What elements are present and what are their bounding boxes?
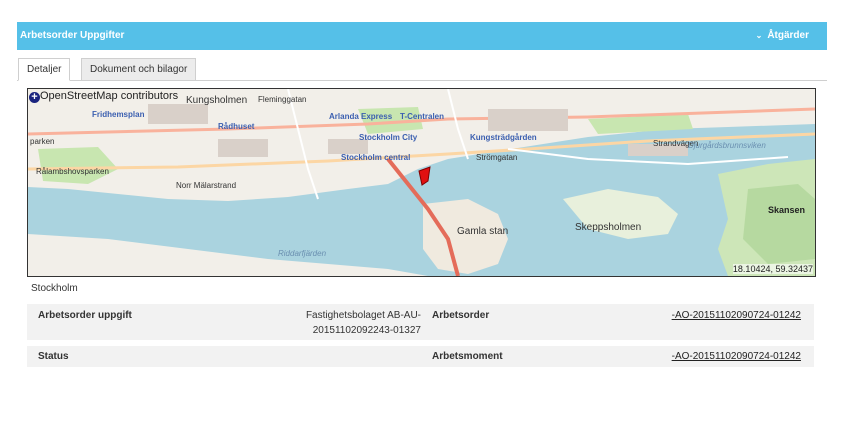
arbetsmoment-label: Arbetsmoment [432, 351, 503, 362]
map-label-norr-malarstrand: Norr Mälarstrand [176, 181, 237, 190]
map-label-ralambshovsparken: Rålambshovsparken [36, 167, 109, 176]
map-label-gamla-stan: Gamla stan [457, 226, 509, 237]
map-label-fridhemsplan: Fridhemsplan [92, 110, 145, 119]
map-label-stromgatan: Strömgatan [476, 153, 518, 162]
arbetsorder-uppgift-value-line2: 20151102092243-01327 [312, 325, 421, 336]
tab-dokument-och-bilagor[interactable]: Dokument och bilagor [81, 58, 197, 80]
arbetsorder-uppgift-value-line1: Fastighetsbolaget AB-AU- [305, 310, 421, 321]
map-attribution[interactable]: OpenStreetMap contributors [40, 90, 178, 102]
map-label-stockholm-central: Stockholm central [341, 153, 411, 162]
map-label-stockholm-city: Stockholm City [359, 133, 418, 142]
panel-header: Arbetsorder Uppgifter ⌄ Åtgärder [17, 22, 827, 50]
actions-dropdown[interactable]: ⌄ Åtgärder [756, 30, 809, 41]
map-label-djurgardsbrunnsviken: Djurgårdsbrunnsviken [688, 141, 766, 150]
arbetsmoment-link[interactable]: -AO-20151102090724-01242 [672, 351, 801, 362]
map-label-t-centralen: T-Centralen [400, 112, 445, 121]
map-label-skeppsholmen: Skeppsholmen [575, 222, 642, 233]
arbetsorder-link[interactable]: -AO-20151102090724-01242 [672, 310, 801, 321]
map-label-radhuset: Rådhuset [218, 122, 255, 131]
tab-bar: Detaljer Dokument och bilagor [17, 55, 827, 81]
map-label-skansen: Skansen [768, 205, 806, 215]
panel-title: Arbetsorder Uppgifter [20, 30, 125, 41]
map-view[interactable]: + OpenStreetMap contributors Kungsholmen… [27, 88, 816, 277]
actions-label: Åtgärder [767, 30, 809, 41]
location-name: Stockholm [31, 283, 78, 294]
map-label-kungstradgarden: Kungsträdgården [470, 133, 537, 142]
status-label: Status [38, 351, 69, 362]
details-row-2: Status Arbetsmoment -AO-20151102090724-0… [27, 346, 814, 367]
details-row-1: Arbetsorder uppgift Fastighetsbolaget AB… [27, 304, 814, 340]
zoom-in-button[interactable]: + [29, 92, 40, 103]
chevron-down-icon: ⌄ [755, 31, 763, 40]
map-coordinates: 18.10424, 59.32437 [732, 264, 813, 274]
tab-detaljer[interactable]: Detaljer [18, 58, 71, 81]
arbetsorder-label: Arbetsorder [432, 310, 490, 321]
arbetsorder-uppgift-label: Arbetsorder uppgift [38, 310, 132, 321]
map-label-kungsholmen: Kungsholmen [186, 95, 248, 106]
map-label-fleminggatan: Fleminggatan [258, 95, 307, 104]
map-label-riddarfjarden: Riddarfjärden [278, 249, 327, 258]
map-label-parken: parken [30, 137, 55, 146]
map-label-arlanda-express: Arlanda Express [329, 112, 393, 121]
